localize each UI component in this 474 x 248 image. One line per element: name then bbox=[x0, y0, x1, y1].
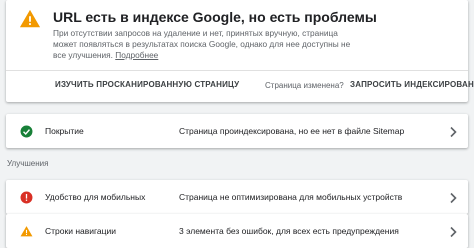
mobile-usability-label: Удобство для мобильных bbox=[45, 192, 146, 202]
breadcrumbs-status: 3 элемента без ошибок, для всех есть пре… bbox=[179, 226, 399, 236]
inspect-crawled-page-button[interactable]: ИЗУЧИТЬ ПРОСКАНИРОВАННУЮ СТРАНИЦУ bbox=[55, 80, 239, 89]
error-circle-icon bbox=[20, 191, 33, 204]
warning-icon bbox=[20, 225, 33, 238]
issue-title: URL есть в индексе Google, но есть пробл… bbox=[53, 9, 377, 25]
issue-description: При отсутствии запросов на удаление и не… bbox=[53, 28, 351, 60]
warning-icon bbox=[19, 8, 41, 30]
chevron-right-icon bbox=[448, 125, 458, 138]
breadcrumbs-row[interactable]: Строки навигации 3 элемента без ошибок, … bbox=[6, 214, 468, 248]
page-changed-text: Страница изменена? bbox=[265, 81, 344, 90]
enhancements-section-label: Улучшения bbox=[7, 159, 49, 168]
mobile-usability-status: Страница не оптимизирована для мобильных… bbox=[179, 192, 403, 202]
coverage-label: Покрытие bbox=[45, 126, 84, 136]
divider bbox=[6, 70, 468, 71]
coverage-row[interactable]: Покрытие Страница проиндексирована, но е… bbox=[6, 114, 468, 148]
check-circle-icon bbox=[20, 125, 33, 138]
chevron-right-icon bbox=[448, 191, 458, 204]
chevron-right-icon bbox=[448, 225, 458, 238]
mobile-usability-row[interactable]: Удобство для мобильных Страница не оптим… bbox=[6, 180, 468, 214]
issue-card: URL есть в индексе Google, но есть пробл… bbox=[6, 0, 474, 102]
request-indexing-button[interactable]: ЗАПРОСИТЬ ИНДЕКСИРОВАНИЕ bbox=[350, 80, 474, 89]
breadcrumbs-label: Строки навигации bbox=[45, 226, 117, 236]
more-link[interactable]: Подробнее bbox=[115, 50, 158, 60]
coverage-status: Страница проиндексирована, но ее нет в ф… bbox=[179, 126, 405, 136]
